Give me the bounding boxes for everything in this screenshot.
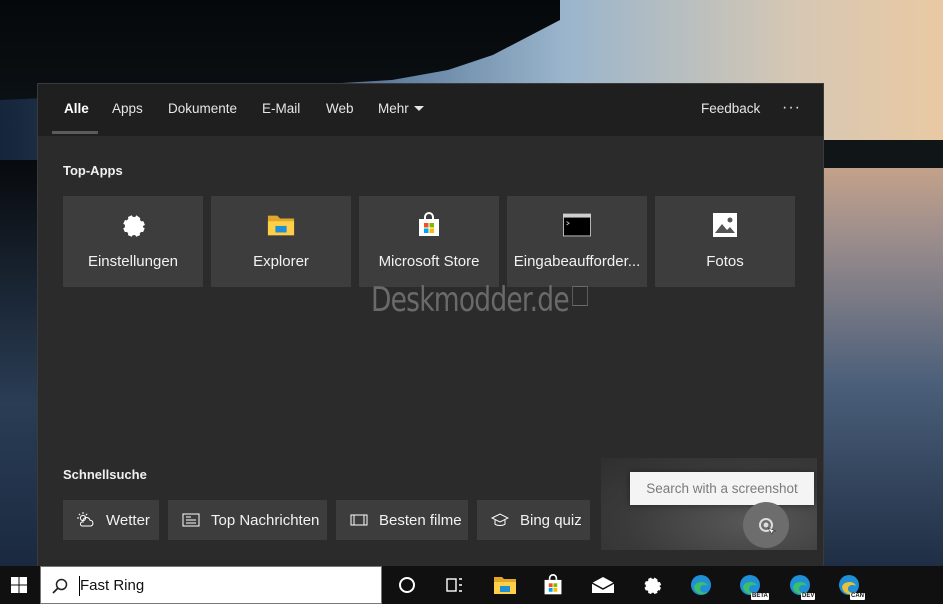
tab-apps[interactable]: Apps: [112, 84, 143, 136]
can-badge: CAN: [850, 593, 865, 600]
app-tile-label: Eingabeaufforder...: [513, 253, 641, 270]
terminal-icon: [563, 211, 591, 239]
search-icon: [52, 578, 68, 594]
cortana-button[interactable]: [387, 566, 427, 604]
app-tile-label: Explorer: [253, 253, 309, 270]
chevron-down-icon: [413, 105, 424, 111]
watermark-text: Deskmodder.de: [371, 280, 570, 320]
store-bag-icon: [415, 211, 443, 239]
weather-icon: [76, 512, 96, 528]
photo-icon: [711, 211, 739, 239]
watermark-logo: Deskmodder.de: [371, 280, 588, 320]
app-tile-microsoft-store[interactable]: Microsoft Store: [359, 196, 499, 287]
taskbar-edge-canary[interactable]: CAN: [829, 566, 869, 604]
search-tab-bar: Alle Apps Dokumente E-Mail Web Mehr Feed…: [38, 84, 823, 136]
graduation-cap-icon: [490, 512, 510, 528]
quick-search-label: Wetter: [106, 511, 150, 529]
folder-icon: [267, 211, 295, 239]
screenshot-search-promo[interactable]: Search with a screenshot: [601, 458, 817, 550]
tab-email[interactable]: E-Mail: [262, 84, 300, 136]
edge-icon: [691, 575, 711, 595]
quick-search-wetter[interactable]: Wetter: [63, 500, 159, 540]
tab-alle[interactable]: Alle: [64, 84, 89, 136]
news-icon: [181, 512, 201, 528]
task-view-icon: [446, 578, 462, 592]
quick-search-bing-quiz[interactable]: Bing quiz: [477, 500, 590, 540]
dev-badge: DEV: [801, 593, 816, 600]
taskbar-settings[interactable]: [632, 566, 672, 604]
app-tile-label: Fotos: [706, 253, 744, 270]
folder-icon: [494, 577, 516, 594]
quick-search-label: Top Nachrichten: [211, 511, 320, 529]
taskbar-microsoft-store[interactable]: [533, 566, 573, 604]
windows-logo-icon: [11, 577, 27, 593]
quick-search-label: Besten filme: [379, 511, 462, 529]
taskbar-edge-dev[interactable]: DEV: [780, 566, 820, 604]
more-options-button[interactable]: ···: [782, 84, 801, 136]
taskbar-edge-beta[interactable]: BETA: [730, 566, 770, 604]
beta-badge: BETA: [751, 593, 769, 600]
gear-icon: [644, 577, 662, 595]
taskbar-search-input[interactable]: Fast Ring: [40, 566, 382, 604]
quick-search-top-nachrichten[interactable]: Top Nachrichten: [168, 500, 327, 540]
app-tile-einstellungen[interactable]: Einstellungen: [63, 196, 203, 287]
taskbar-search-value: Fast Ring: [80, 577, 145, 594]
app-tile-fotos[interactable]: Fotos: [655, 196, 795, 287]
app-tile-explorer[interactable]: Explorer: [211, 196, 351, 287]
quick-search-label: Bing quiz: [520, 511, 582, 529]
film-icon: [349, 512, 369, 528]
screenshot-search-text: Search with a screenshot: [646, 481, 798, 496]
wallpaper-shadow: [0, 160, 40, 566]
active-tab-underline: [52, 131, 98, 134]
taskbar-edge[interactable]: [681, 566, 721, 604]
gear-icon: [119, 211, 147, 239]
top-apps-heading: Top-Apps: [63, 163, 123, 178]
tab-dokumente[interactable]: Dokumente: [168, 84, 237, 136]
pencil-icon: [571, 286, 588, 306]
start-button[interactable]: [0, 566, 38, 604]
task-view-button[interactable]: [435, 566, 475, 604]
quick-search-heading: Schnellsuche: [63, 467, 147, 482]
quick-search-besten-filme[interactable]: Besten filme: [336, 500, 468, 540]
tab-web[interactable]: Web: [326, 84, 354, 136]
search-panel: Alle Apps Dokumente E-Mail Web Mehr Feed…: [38, 84, 823, 566]
screenshot-search-tooltip: Search with a screenshot: [630, 472, 814, 505]
app-tile-label: Einstellungen: [87, 253, 179, 270]
store-bag-icon: [544, 574, 562, 595]
mail-icon: [591, 577, 615, 593]
cortana-circle-icon: [399, 577, 415, 593]
app-tile-eingabeaufforderung[interactable]: Eingabeaufforder...: [507, 196, 647, 287]
camera-search-icon: [743, 502, 789, 548]
feedback-button[interactable]: Feedback: [701, 84, 760, 136]
taskbar: Fast Ring BETA DEV CAN: [0, 566, 943, 604]
tab-mehr-label: Mehr: [378, 101, 409, 116]
tab-mehr[interactable]: Mehr: [378, 84, 424, 136]
app-tile-label: Microsoft Store: [378, 253, 480, 270]
taskbar-explorer[interactable]: [485, 566, 525, 604]
taskbar-mail[interactable]: [583, 566, 623, 604]
